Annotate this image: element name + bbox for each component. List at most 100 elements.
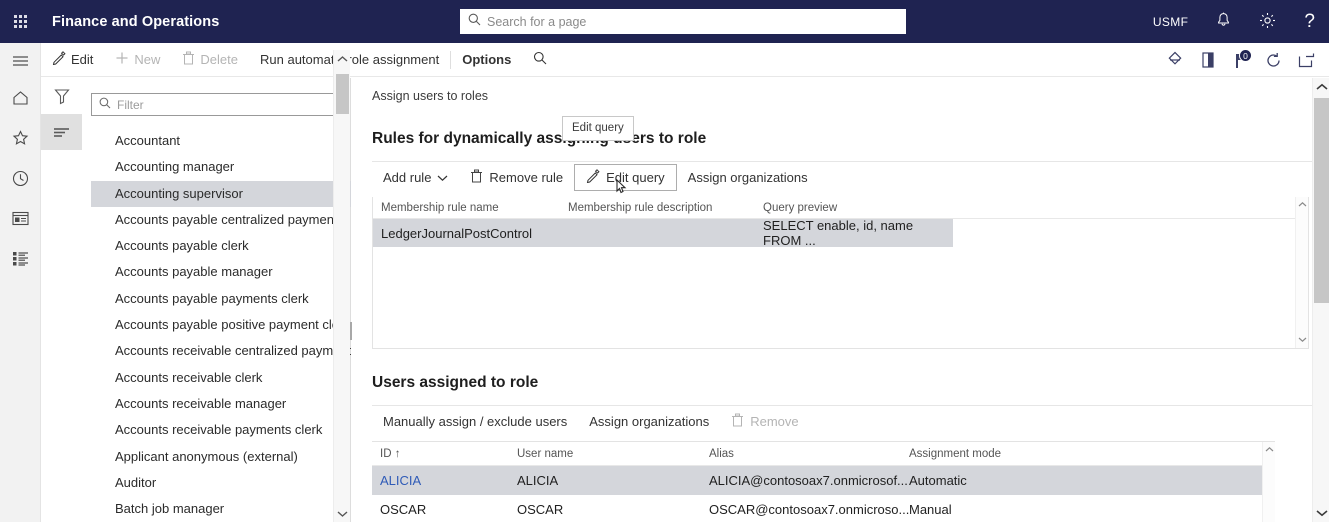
filter-funnel-icon[interactable] — [41, 78, 82, 114]
notification-badge-count: 0 — [1239, 49, 1252, 62]
table-row[interactable]: LedgerJournalPostControl SELECT enable, … — [373, 218, 953, 248]
scroll-up-icon[interactable] — [1313, 78, 1329, 96]
global-search-input[interactable]: Search for a page — [460, 9, 906, 34]
search-icon — [99, 96, 111, 114]
scroll-down-icon[interactable] — [1296, 332, 1309, 346]
panel-splitter-handle[interactable] — [350, 322, 354, 340]
attachments-icon[interactable] — [1191, 43, 1224, 77]
list-item[interactable]: Accounts payable payments clerk — [91, 286, 351, 312]
remove-rule-button[interactable]: Remove rule — [459, 162, 574, 194]
list-item[interactable]: Auditor — [91, 470, 351, 496]
roles-list-panel: Filter Accountant Accounting manager Acc… — [41, 78, 351, 522]
remove-user-label: Remove — [750, 414, 799, 429]
roles-list-scrollbar[interactable] — [333, 50, 350, 522]
list-item[interactable]: Accounts payable manager — [91, 259, 351, 285]
remove-user-button[interactable]: Remove — [720, 406, 809, 438]
edit-button[interactable]: Edit — [41, 43, 104, 77]
favorites-star-icon[interactable] — [0, 118, 41, 158]
trash-icon — [731, 413, 744, 430]
home-icon[interactable] — [0, 78, 41, 118]
notification-flag-icon[interactable]: 0 — [1224, 43, 1257, 77]
list-item[interactable]: Batch job manager — [91, 496, 351, 522]
cell-membership-rule-name: LedgerJournalPostControl — [381, 225, 533, 241]
table-row[interactable]: OSCAR OSCAR OSCAR@contosoax7.onmicroso..… — [372, 495, 1275, 522]
trash-icon — [470, 169, 483, 186]
menu-hamburger-icon[interactable] — [0, 43, 41, 78]
cell-alias: OSCAR@contosoax7.onmicroso... — [709, 502, 910, 517]
list-panel-toolbar — [41, 78, 82, 522]
list-item[interactable]: Accounts payable positive payment clerk — [91, 312, 351, 338]
cell-user-name: ALICIA — [517, 473, 559, 488]
list-lines-icon[interactable] — [41, 114, 82, 150]
cell-id[interactable]: ALICIA — [372, 473, 517, 488]
delete-button[interactable]: Delete — [171, 43, 249, 77]
list-item[interactable]: Accounting manager — [91, 154, 351, 180]
gear-icon — [1259, 12, 1276, 32]
rules-grid-scrollbar[interactable] — [1295, 197, 1308, 348]
column-header-membership-rule-description[interactable]: Membership rule description — [568, 202, 763, 214]
scroll-up-icon[interactable] — [1296, 197, 1309, 211]
column-header-query-preview[interactable]: Query preview — [763, 202, 953, 214]
top-navigation-bar: Finance and Operations Search for a page… — [0, 0, 1329, 43]
users-assign-organizations-button[interactable]: Assign organizations — [578, 406, 720, 438]
table-row[interactable]: ALICIA ALICIA ALICIA@contosoax7.onmicros… — [372, 466, 1275, 495]
action-pane-right-icons: 0 — [1158, 43, 1323, 77]
list-item[interactable]: Accountant — [91, 128, 351, 154]
scrollbar-thumb[interactable] — [336, 74, 349, 114]
list-item[interactable]: Accounts payable centralized payments — [91, 207, 351, 233]
users-section: Users assigned to role Manually assign /… — [372, 374, 1329, 522]
delete-button-label: Delete — [200, 52, 238, 67]
cell-id[interactable]: OSCAR — [372, 502, 517, 517]
rules-toolbar: Add rule Remove rule Edit query Assign o… — [372, 161, 1329, 193]
recent-clock-icon[interactable] — [0, 158, 41, 198]
users-grid: ID ↑ User name Alias Assignment mode ALI… — [372, 441, 1275, 522]
action-search-button[interactable] — [522, 43, 558, 77]
scrollbar-thumb[interactable] — [1314, 98, 1329, 303]
new-button[interactable]: New — [104, 43, 171, 77]
edit-query-tooltip: Edit query — [562, 116, 634, 141]
column-header-id-label: ID — [380, 447, 392, 460]
search-icon — [533, 51, 547, 68]
cell-alias: ALICIA@contosoax7.onmicrosof... — [709, 473, 908, 488]
rules-section-title: Rules for dynamically assigning users to… — [372, 130, 707, 147]
list-item-selected[interactable]: Accounting supervisor — [91, 180, 351, 207]
column-header-membership-rule-name[interactable]: Membership rule name — [373, 202, 568, 214]
list-item[interactable]: Accounts payable clerk — [91, 233, 351, 259]
list-item[interactable]: Accounts receivable manager — [91, 391, 351, 417]
list-item[interactable]: Accounts receivable clerk — [91, 365, 351, 391]
main-content: Assign users to roles Rules for dynamica… — [355, 78, 1329, 522]
workspaces-icon[interactable] — [0, 198, 41, 238]
cell-assignment-mode: Manual — [909, 502, 952, 517]
add-rule-label: Add rule — [383, 170, 432, 185]
scroll-up-icon[interactable] — [334, 50, 351, 67]
column-header-assignment-mode[interactable]: Assignment mode — [909, 448, 1079, 460]
roles-list[interactable]: Accountant Accounting manager Accounting… — [91, 128, 351, 522]
column-header-id[interactable]: ID ↑ — [372, 448, 517, 460]
scroll-down-icon[interactable] — [1313, 504, 1329, 522]
notifications-button[interactable] — [1202, 0, 1245, 43]
personalize-diamond-icon[interactable] — [1158, 43, 1191, 77]
cell-user-name: OSCAR — [517, 502, 564, 517]
column-header-user-name[interactable]: User name — [517, 448, 709, 460]
users-grid-scrollbar[interactable] — [1262, 442, 1275, 522]
column-header-alias[interactable]: Alias — [709, 448, 909, 460]
scroll-down-icon[interactable] — [334, 505, 351, 522]
list-item[interactable]: Applicant anonymous (external) — [91, 444, 351, 470]
company-selector[interactable]: USMF — [1139, 0, 1203, 43]
scroll-up-icon[interactable] — [1263, 442, 1276, 456]
list-item[interactable]: Accounts receivable centralized payments — [91, 338, 351, 364]
modules-list-icon[interactable] — [0, 238, 41, 278]
filter-input[interactable]: Filter — [91, 93, 340, 116]
open-in-new-window-icon[interactable] — [1290, 43, 1323, 77]
assign-organizations-button[interactable]: Assign organizations — [677, 162, 819, 194]
options-tab[interactable]: Options — [451, 43, 522, 77]
waffle-menu-button[interactable] — [0, 0, 41, 43]
refresh-icon[interactable] — [1257, 43, 1290, 77]
sort-ascending-icon: ↑ — [394, 447, 401, 460]
help-button[interactable]: ? — [1290, 0, 1329, 43]
list-item[interactable]: Accounts receivable payments clerk — [91, 417, 351, 443]
settings-button[interactable] — [1245, 0, 1290, 43]
page-scrollbar[interactable] — [1312, 78, 1329, 522]
add-rule-button[interactable]: Add rule — [372, 162, 459, 194]
manually-assign-exclude-users-button[interactable]: Manually assign / exclude users — [372, 406, 578, 438]
